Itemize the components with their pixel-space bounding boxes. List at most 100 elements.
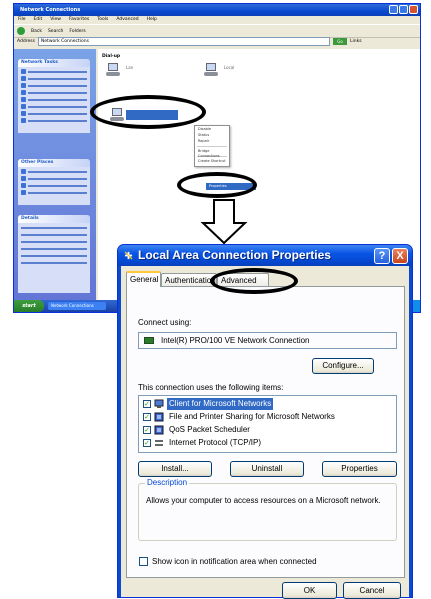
list-item[interactable]: ✓ QoS Packet Scheduler [142, 424, 392, 436]
place-icon [21, 176, 26, 181]
lan-properties-dialog: Local Area Connection Properties ? X Gen… [117, 244, 413, 599]
place-icon [21, 169, 26, 174]
menu-favorites[interactable]: Favorites [69, 16, 89, 24]
lan-connection-icon[interactable] [204, 63, 220, 77]
ctx-create-shortcut[interactable]: Create Shortcut [198, 159, 226, 164]
other-places-header[interactable]: Other Places [18, 159, 90, 167]
context-menu: Disable Status Repair Bridge Connections… [194, 125, 230, 167]
taskbar-task[interactable]: Network Connections [48, 302, 106, 310]
go-button[interactable]: Go [333, 38, 347, 45]
configure-button[interactable]: Configure... [312, 358, 374, 374]
search-button[interactable]: Search [48, 29, 63, 34]
menu-tools[interactable]: Tools [97, 16, 108, 24]
item-label: File and Printer Sharing for Microsoft N… [169, 412, 335, 421]
dialog-body: General Authentication Advanced Connect … [121, 266, 409, 599]
list-item[interactable]: ✓ File and Printer Sharing for Microsoft… [142, 411, 392, 423]
install-button[interactable]: Install... [138, 461, 212, 477]
menu-help[interactable]: Help [147, 16, 157, 24]
bg-close-button[interactable] [409, 5, 418, 14]
bg-title-bar: Network Connections [14, 4, 420, 16]
task-icon [21, 76, 26, 81]
show-icon-checkbox[interactable] [139, 557, 148, 566]
task-icon [21, 90, 26, 95]
address-label: Address [17, 39, 35, 44]
connection-2-label[interactable]: Local [224, 65, 234, 70]
task-pane: Network Tasks Other Places Details [14, 49, 96, 300]
down-arrow-icon [200, 199, 248, 245]
adapter-name: Intel(R) PRO/100 VE Network Connection [161, 336, 310, 345]
place-icon [21, 190, 26, 195]
menu-file[interactable]: File [18, 16, 26, 24]
links-label[interactable]: Links [350, 39, 420, 44]
connect-using-label: Connect using: [138, 318, 192, 327]
network-tasks-header[interactable]: Network Tasks [18, 59, 90, 67]
item-checkbox[interactable]: ✓ [143, 400, 151, 408]
address-input[interactable]: Network Connections [37, 37, 330, 46]
bg-minimize-button[interactable] [389, 5, 398, 14]
client-icon [154, 399, 164, 408]
network-tasks-panel: Network Tasks [18, 59, 90, 133]
back-icon[interactable] [17, 27, 25, 35]
tab-general[interactable]: General [126, 271, 161, 287]
general-tab-panel: Connect using: Intel(R) PRO/100 VE Netwo… [126, 286, 405, 578]
bg-window-title: Network Connections [20, 7, 81, 13]
back-button[interactable]: Back [31, 29, 42, 34]
task-icon [21, 97, 26, 102]
list-item[interactable]: ✓ Client for Microsoft Networks [142, 398, 392, 410]
dialog-title-bar: Local Area Connection Properties ? X [118, 245, 412, 266]
other-places-panel: Other Places [18, 159, 90, 205]
item-label: Internet Protocol (TCP/IP) [169, 438, 262, 447]
description-legend: Description [145, 478, 190, 487]
components-list: ✓ Client for Microsoft Networks ✓ File a… [138, 395, 397, 453]
connection-1-label[interactable]: Lan [126, 65, 133, 70]
properties-button[interactable]: Properties [322, 461, 397, 477]
list-item[interactable]: ✓ Internet Protocol (TCP/IP) [142, 437, 392, 449]
components-label: This connection uses the following items… [138, 383, 284, 392]
ctx-bridge[interactable]: Bridge Connections [198, 149, 226, 158]
item-checkbox[interactable]: ✓ [143, 439, 151, 447]
ctx-separator [197, 146, 227, 147]
menu-view[interactable]: View [50, 16, 61, 24]
adapter-field: Intel(R) PRO/100 VE Network Connection [138, 332, 397, 349]
menu-advanced[interactable]: Advanced [116, 16, 138, 24]
tab-authentication[interactable]: Authentication [161, 273, 217, 287]
task-icon [21, 104, 26, 109]
item-checkbox[interactable]: ✓ [143, 413, 151, 421]
highlight-ellipse-properties [177, 172, 257, 198]
dialog-title: Local Area Connection Properties [138, 248, 331, 262]
item-checkbox[interactable]: ✓ [143, 426, 151, 434]
bg-maximize-button[interactable] [399, 5, 408, 14]
bg-menu-bar: File Edit View Favorites Tools Advanced … [14, 16, 420, 24]
highlight-ellipse-connection [90, 95, 206, 129]
item-label: QoS Packet Scheduler [169, 425, 250, 434]
cancel-button[interactable]: Cancel [343, 582, 401, 599]
close-button[interactable]: X [392, 248, 408, 264]
network-adapter-icon [144, 337, 154, 344]
uninstall-button[interactable]: Uninstall [230, 461, 304, 477]
group-header: Dial-up [102, 54, 121, 59]
ctx-repair[interactable]: Repair [198, 139, 226, 144]
show-icon-label: Show icon in notification area when conn… [152, 557, 317, 566]
task-icon [21, 118, 26, 123]
place-icon [21, 183, 26, 188]
ok-button[interactable]: OK [282, 582, 337, 599]
service-icon [154, 412, 164, 422]
ctx-status[interactable]: Status [198, 133, 226, 138]
service-icon [154, 425, 164, 435]
folders-button[interactable]: Folders [69, 29, 85, 34]
details-header[interactable]: Details [18, 215, 90, 223]
dialup-connection-icon[interactable] [106, 63, 122, 77]
menu-edit[interactable]: Edit [34, 16, 43, 24]
start-button[interactable]: start [14, 300, 44, 312]
description-group: Description Allows your computer to acce… [138, 478, 397, 541]
task-icon [21, 111, 26, 116]
bg-toolbar: Back Search Folders [14, 24, 420, 38]
highlight-ellipse-advanced-tab [210, 268, 298, 294]
bg-address-bar: Address Network Connections Go Links [14, 37, 420, 46]
task-icon [21, 83, 26, 88]
ctx-disable[interactable]: Disable [198, 127, 226, 132]
help-button[interactable]: ? [374, 248, 390, 264]
description-text: Allows your computer to access resources… [146, 496, 381, 505]
details-panel: Details [18, 215, 90, 293]
network-connection-icon [124, 251, 133, 260]
